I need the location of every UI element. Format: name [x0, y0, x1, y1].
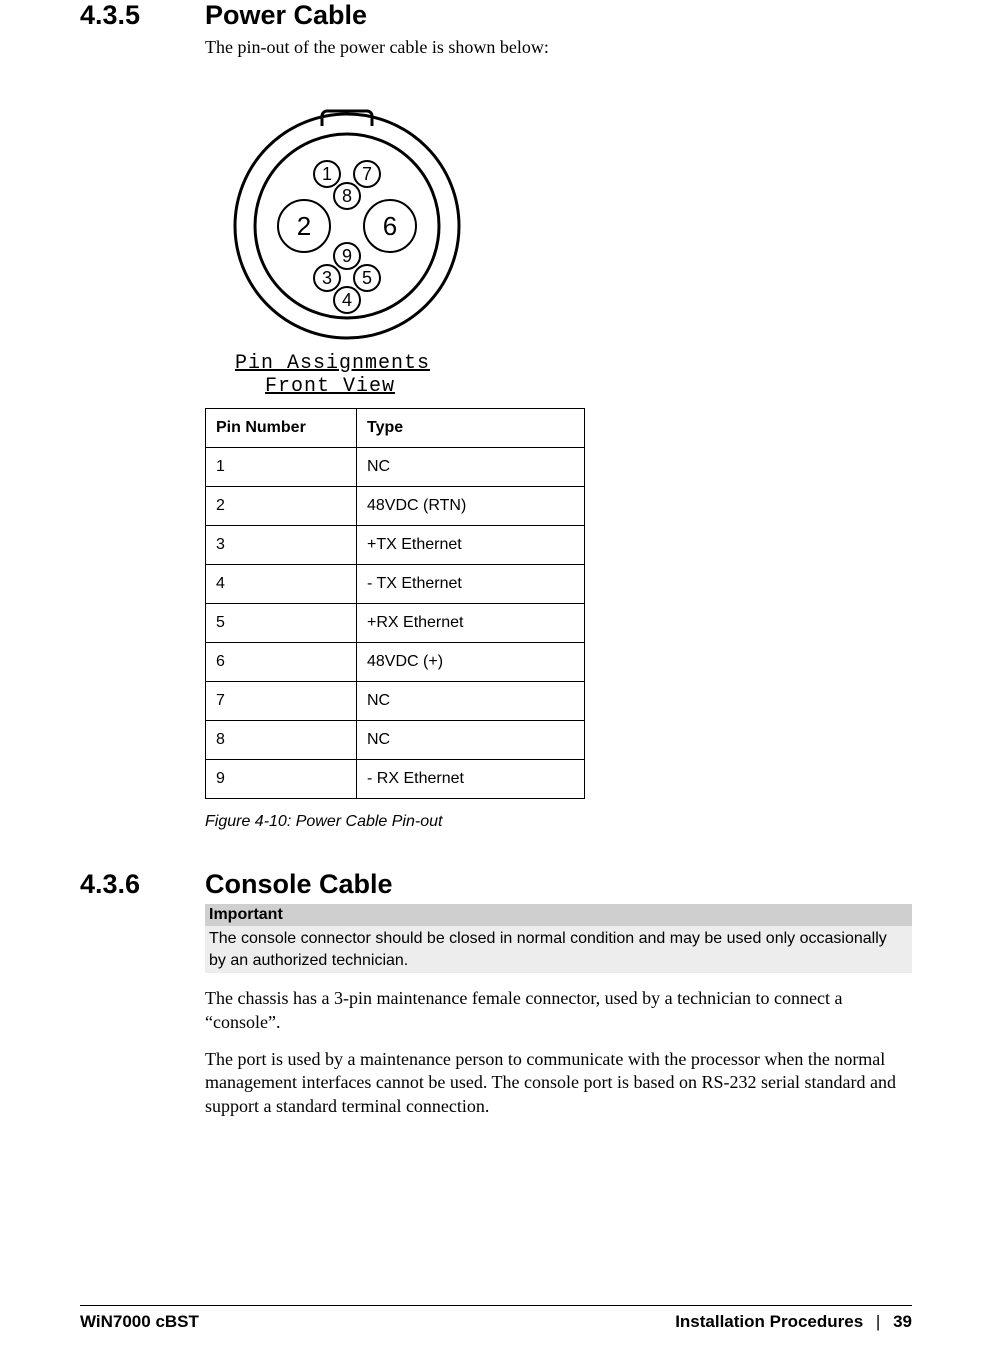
- table-row: 4- TX Ethernet: [206, 565, 585, 604]
- pin-label-2: 2: [297, 211, 311, 241]
- table-row: 3+TX Ethernet: [206, 526, 585, 565]
- footer-separator: |: [876, 1312, 880, 1331]
- footer-left: WiN7000 cBST: [80, 1312, 199, 1332]
- pin-label-7: 7: [362, 164, 372, 184]
- intro-text: The pin-out of the power cable is shown …: [205, 37, 912, 58]
- pin-diagram-icon: 1 7 8 2 6 9 3 5 4: [227, 106, 467, 346]
- table-row: 5+RX Ethernet: [206, 604, 585, 643]
- pin-label-9: 9: [342, 246, 352, 266]
- col-header-pin: Pin Number: [206, 409, 357, 448]
- callout-heading: Important: [205, 904, 912, 926]
- paragraph: The chassis has a 3-pin maintenance fema…: [205, 987, 912, 1034]
- table-row: 9- RX Ethernet: [206, 760, 585, 799]
- figure-power-cable: 1 7 8 2 6 9 3 5 4 Pin Assignments Front …: [205, 106, 912, 831]
- pin-label-6: 6: [383, 211, 397, 241]
- section-number: 4.3.5: [80, 0, 205, 31]
- diagram-caption: Pin Assignments Front View: [205, 352, 912, 398]
- pinout-table: Pin Number Type 1NC 248VDC (RTN) 3+TX Et…: [205, 408, 585, 799]
- footer-right: Installation Procedures | 39: [675, 1312, 912, 1332]
- heading-436: 4.3.6 Console Cable: [80, 869, 912, 900]
- table-header-row: Pin Number Type: [206, 409, 585, 448]
- table-row: 248VDC (RTN): [206, 487, 585, 526]
- callout-body: The console connector should be closed i…: [205, 926, 912, 973]
- pin-label-1: 1: [322, 164, 332, 184]
- heading-435: 4.3.5 Power Cable: [80, 0, 912, 31]
- section-title: Console Cable: [205, 869, 393, 900]
- table-row: 7NC: [206, 682, 585, 721]
- page-number: 39: [893, 1312, 912, 1331]
- pin-label-3: 3: [322, 268, 332, 288]
- diagram-label-1: Pin Assignments: [235, 352, 912, 375]
- figure-caption: Figure 4-10: Power Cable Pin-out: [205, 813, 912, 831]
- diagram-label-2: Front View: [265, 375, 912, 398]
- pin-label-8: 8: [342, 186, 352, 206]
- col-header-type: Type: [357, 409, 585, 448]
- section-title: Power Cable: [205, 0, 367, 31]
- table-row: 8NC: [206, 721, 585, 760]
- pin-label-5: 5: [362, 268, 372, 288]
- section-number: 4.3.6: [80, 869, 205, 900]
- table-row: 1NC: [206, 448, 585, 487]
- important-callout: Important The console connector should b…: [205, 904, 912, 973]
- paragraph: The port is used by a maintenance person…: [205, 1048, 912, 1118]
- pin-label-4: 4: [342, 290, 352, 310]
- page-footer: WiN7000 cBST Installation Procedures | 3…: [80, 1305, 912, 1332]
- table-row: 648VDC (+): [206, 643, 585, 682]
